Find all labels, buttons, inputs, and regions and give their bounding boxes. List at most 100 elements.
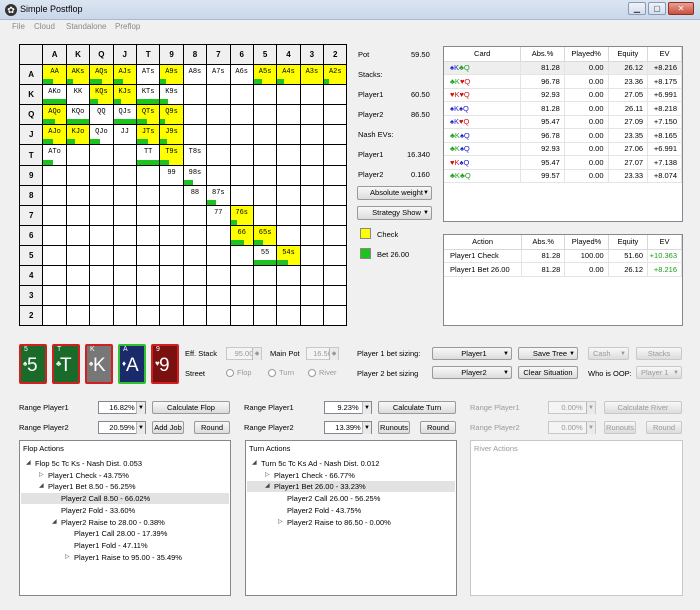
board-card[interactable]: T ♣ T bbox=[52, 344, 80, 384]
grid-cell[interactable]: KJo bbox=[65, 124, 91, 146]
street-turn-radio[interactable]: Turn bbox=[268, 368, 294, 378]
add-job-button[interactable]: Add Job bbox=[152, 421, 184, 434]
grid-cell[interactable] bbox=[135, 204, 161, 226]
grid-cell[interactable] bbox=[112, 244, 137, 267]
grid-cell[interactable] bbox=[65, 144, 91, 166]
main-pot-input[interactable]: 16.50 ◆ bbox=[306, 347, 339, 360]
expanded-arrow-icon[interactable]: ◢ bbox=[39, 482, 44, 489]
action-row[interactable]: Player1 Bet 26.00 81.28 0.00 26.12 +8.216 bbox=[444, 262, 682, 277]
grid-cell[interactable]: AQs bbox=[89, 64, 114, 86]
action-row[interactable]: Player1 Check 81.28 100.00 51.60 +10.363 bbox=[444, 249, 682, 263]
grid-cell[interactable]: 98s bbox=[182, 164, 208, 186]
grid-cell[interactable] bbox=[206, 244, 231, 267]
hand-range-grid[interactable]: A K Q J T 9 8 7 6 5 4 3 2 A AA AKs AQs AJs ATs A9s A8s A7s A6s… bbox=[18, 43, 348, 327]
grid-cell[interactable] bbox=[112, 164, 137, 186]
menu-standalone[interactable]: Standalone bbox=[66, 22, 106, 31]
grid-cell[interactable] bbox=[182, 244, 208, 267]
grid-cell[interactable] bbox=[299, 265, 325, 287]
grid-cell[interactable] bbox=[323, 144, 348, 166]
card-row[interactable]: ♣K♠Q 92.93 0.00 27.06 +6.991 bbox=[444, 142, 682, 156]
calculate-flop-button[interactable]: Calculate Flop bbox=[152, 401, 230, 414]
board-card[interactable]: 5 ♠ 5 bbox=[19, 344, 47, 384]
grid-cell[interactable] bbox=[299, 224, 325, 246]
grid-cell[interactable]: 55 bbox=[252, 244, 278, 267]
grid-cell[interactable] bbox=[42, 305, 67, 327]
column-header[interactable]: Played% bbox=[564, 235, 609, 250]
card-row[interactable]: ♥K♠Q 95.47 0.00 27.07 +7.138 bbox=[444, 155, 682, 170]
column-header[interactable]: Card bbox=[444, 47, 522, 62]
grid-cell[interactable] bbox=[89, 144, 114, 166]
grid-cell[interactable] bbox=[299, 285, 325, 307]
grid-cell[interactable]: Q9s bbox=[159, 104, 184, 126]
grid-cell[interactable] bbox=[42, 224, 67, 246]
grid-cell[interactable] bbox=[182, 84, 208, 106]
grid-cell[interactable]: 76s bbox=[229, 204, 254, 226]
grid-cell[interactable]: 99 bbox=[159, 164, 184, 186]
grid-cell[interactable] bbox=[89, 224, 114, 246]
grid-cell[interactable] bbox=[323, 224, 348, 246]
grid-cell[interactable]: ATo bbox=[42, 144, 67, 166]
flop-actions-tree[interactable]: Flop Actions ◢ Flop 5c Tc Ks - Nash Dist.… bbox=[19, 440, 231, 596]
grid-cell[interactable]: KQo bbox=[65, 104, 91, 126]
grid-cell[interactable] bbox=[252, 265, 278, 287]
tree-node[interactable]: Player1 Bet 8.50 - 56.25% bbox=[48, 482, 136, 491]
grid-cell[interactable] bbox=[159, 265, 184, 287]
grid-cell[interactable] bbox=[182, 104, 208, 126]
grid-cell[interactable] bbox=[89, 305, 114, 327]
grid-cell[interactable] bbox=[159, 224, 184, 246]
grid-cell[interactable]: A8s bbox=[182, 64, 208, 86]
p2-bet-sizing-select[interactable]: Player2 ▼ bbox=[432, 366, 512, 379]
turn-range-p1-input[interactable]: 9.23% ▼ bbox=[324, 401, 372, 414]
grid-cell[interactable] bbox=[252, 285, 278, 307]
grid-cell[interactable] bbox=[252, 104, 278, 126]
grid-cell[interactable] bbox=[182, 124, 208, 146]
grid-cell[interactable] bbox=[135, 244, 161, 267]
grid-cell[interactable] bbox=[276, 104, 301, 126]
grid-cell[interactable]: 88 bbox=[182, 184, 208, 206]
clear-situation-button[interactable]: Clear Situation bbox=[518, 366, 578, 379]
grid-cell[interactable] bbox=[299, 244, 325, 267]
grid-cell[interactable] bbox=[276, 285, 301, 307]
grid-cell[interactable]: ATs bbox=[135, 64, 161, 86]
tree-node[interactable]: Player1 Call 28.00 - 17.39% bbox=[74, 529, 167, 538]
weight-select[interactable]: Absolute weight ▼ bbox=[357, 186, 432, 200]
grid-cell[interactable] bbox=[229, 285, 254, 307]
grid-cell[interactable] bbox=[159, 285, 184, 307]
grid-cell[interactable]: A5s bbox=[252, 64, 278, 86]
column-header[interactable]: Abs.% bbox=[521, 235, 566, 250]
column-header[interactable]: Equity bbox=[608, 47, 649, 62]
flop-range-p1-input[interactable]: 16.82% ▼ bbox=[98, 401, 146, 414]
grid-cell[interactable] bbox=[159, 204, 184, 226]
grid-cell[interactable] bbox=[89, 244, 114, 267]
grid-cell[interactable] bbox=[112, 144, 137, 166]
flop-range-p2-input[interactable]: 20.59% ▼ bbox=[98, 421, 146, 434]
card-row[interactable]: ♠K♣Q 81.28 0.00 26.12 +8.216 bbox=[444, 61, 682, 75]
collapsed-arrow-icon[interactable]: ▷ bbox=[65, 553, 70, 560]
grid-cell[interactable]: 77 bbox=[206, 204, 231, 226]
grid-cell[interactable]: AQo bbox=[42, 104, 67, 126]
grid-cell[interactable] bbox=[112, 305, 137, 327]
column-header[interactable]: EV bbox=[647, 47, 682, 62]
grid-cell[interactable] bbox=[276, 224, 301, 246]
grid-cell[interactable] bbox=[112, 265, 137, 287]
column-header[interactable]: Abs.% bbox=[520, 47, 565, 62]
grid-cell[interactable]: AJo bbox=[42, 124, 67, 146]
grid-cell[interactable] bbox=[299, 184, 325, 206]
grid-cell[interactable] bbox=[229, 164, 254, 186]
board-card[interactable]: 9 ♥ 9 bbox=[151, 344, 179, 384]
grid-cell[interactable] bbox=[42, 244, 67, 267]
grid-cell[interactable] bbox=[206, 124, 231, 146]
tree-node[interactable]: Player2 Fold - 33.60% bbox=[61, 506, 135, 515]
column-header[interactable]: Action bbox=[444, 235, 523, 250]
grid-cell[interactable] bbox=[182, 204, 208, 226]
grid-cell[interactable] bbox=[299, 204, 325, 226]
grid-cell[interactable]: A4s bbox=[276, 64, 301, 86]
grid-cell[interactable] bbox=[206, 104, 231, 126]
grid-cell[interactable] bbox=[42, 285, 67, 307]
grid-cell[interactable] bbox=[112, 204, 137, 226]
board-card[interactable]: A ♦ A bbox=[118, 344, 146, 384]
p1-bet-sizing-select[interactable]: Player1 ▼ bbox=[432, 347, 512, 360]
turn-runouts-button[interactable]: Runouts bbox=[378, 421, 410, 434]
grid-cell[interactable] bbox=[159, 244, 184, 267]
card-row[interactable]: ♠K♠Q 81.28 0.00 26.11 +8.218 bbox=[444, 101, 682, 116]
